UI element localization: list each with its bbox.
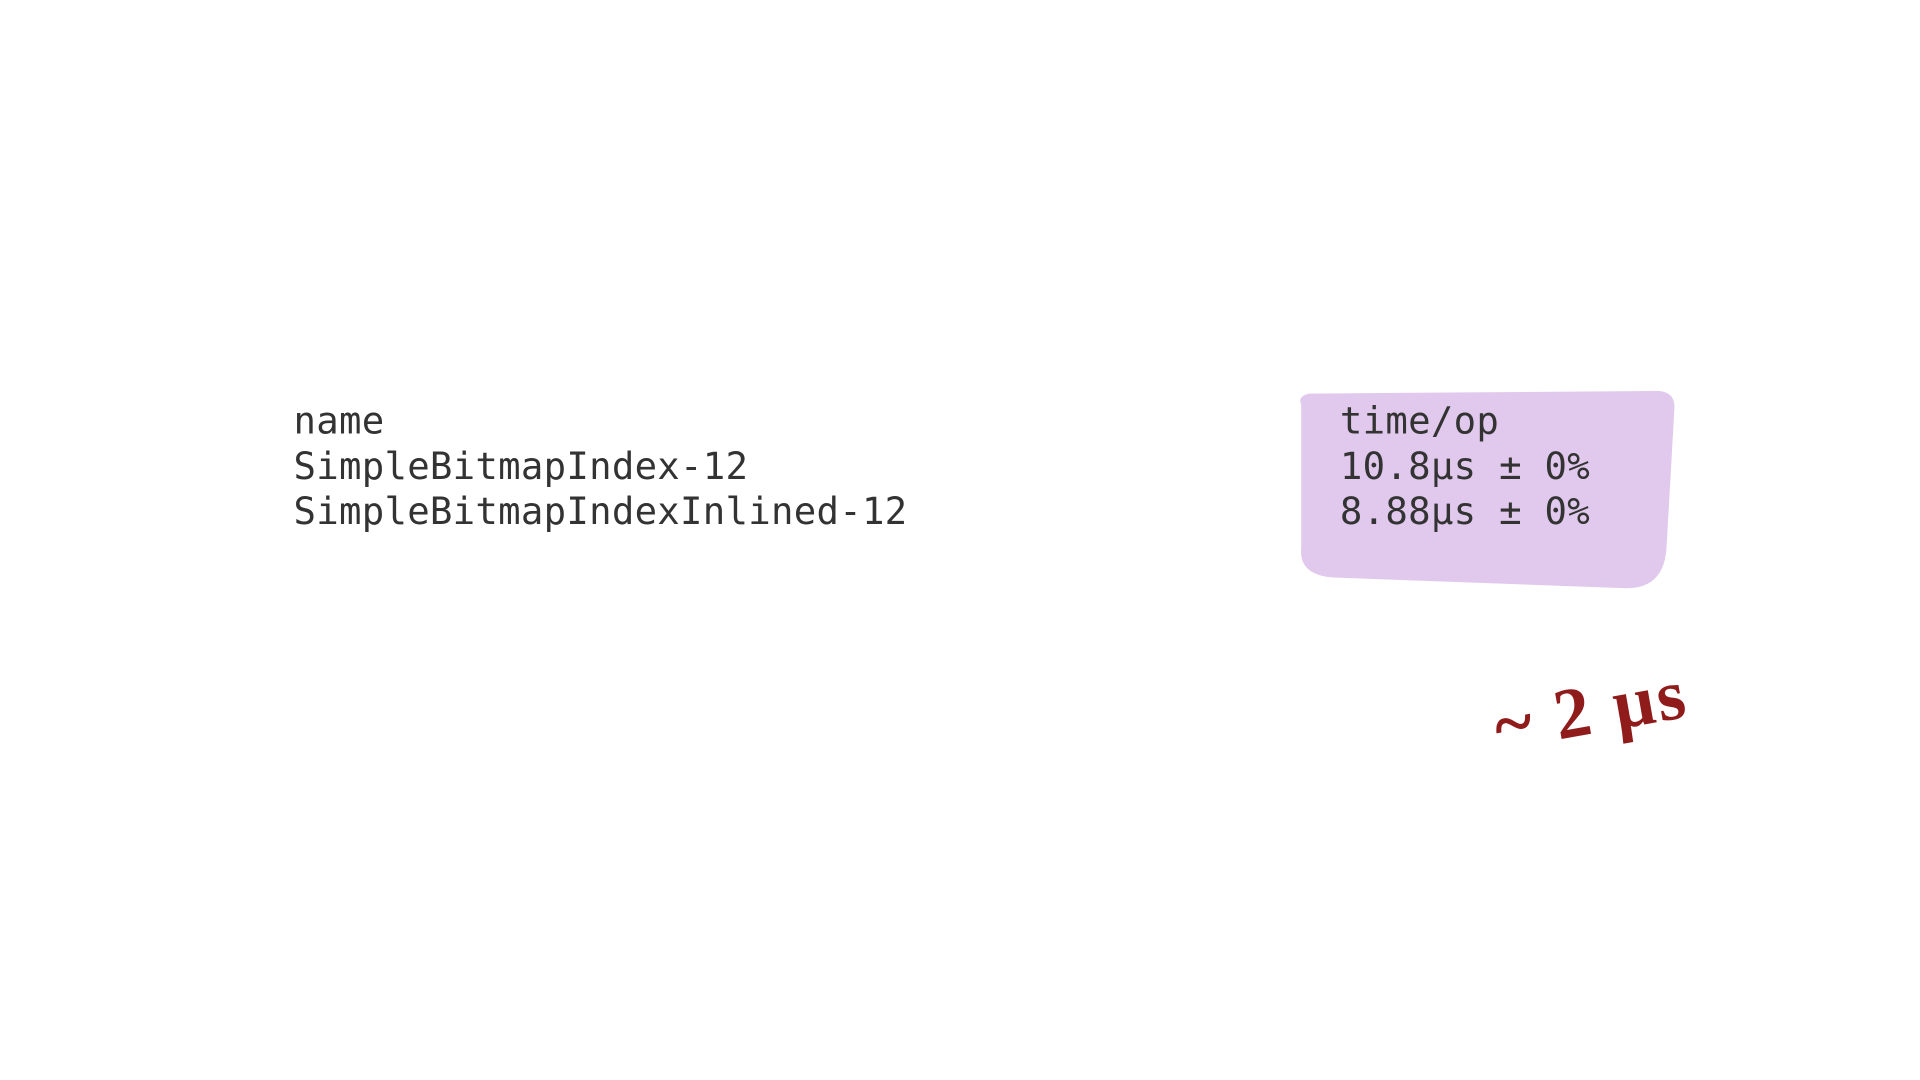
- benchmark-names-column: name SimpleBitmapIndex-12 SimpleBitmapIn…: [294, 399, 908, 536]
- benchmark-header-name: name: [294, 399, 385, 443]
- benchmark-row-0-name: SimpleBitmapIndex-12: [294, 444, 749, 488]
- benchmark-row-0-time: 10.8µs ± 0%: [1340, 444, 1590, 488]
- benchmark-times-column: time/op 10.8µs ± 0% 8.88µs ± 0%: [1340, 399, 1590, 536]
- benchmark-row-1-time: 8.88µs ± 0%: [1340, 490, 1590, 534]
- slide-content: name SimpleBitmapIndex-12 SimpleBitmapIn…: [0, 135, 1920, 1080]
- benchmark-row-1-name: SimpleBitmapIndexInlined-12: [294, 490, 908, 534]
- handwritten-annotation: ~ 2 µs: [1488, 652, 1694, 767]
- benchmark-header-time: time/op: [1340, 399, 1499, 443]
